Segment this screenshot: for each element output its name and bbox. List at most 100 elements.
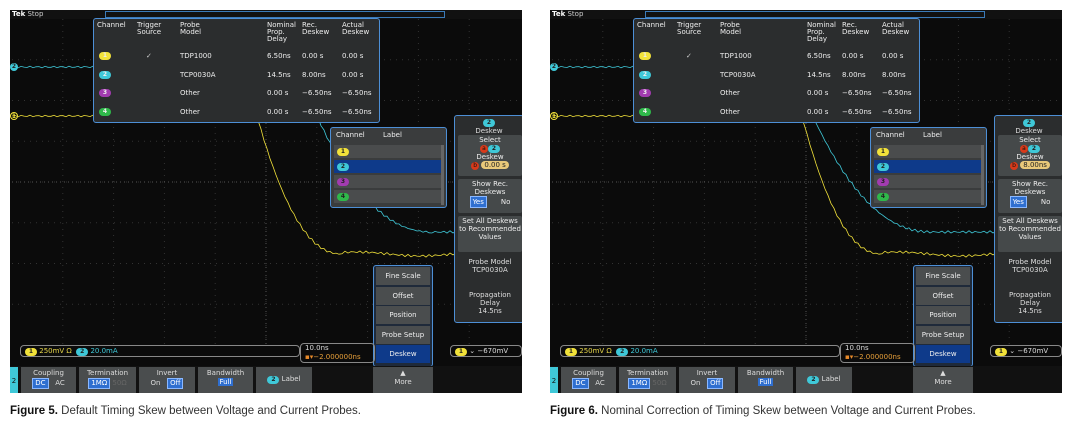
invert-button[interactable]: InvertOn Off [679,367,735,393]
caption-text: Default Timing Skew between Voltage and … [61,405,361,417]
termination-button[interactable]: Termination1MΩ 50Ω [619,367,676,393]
label-button[interactable]: 2 Label [256,367,312,393]
bottom-button-bar: 2 CouplingDC AC Termination1MΩ 50Ω Inver… [10,366,522,393]
ac-option[interactable]: AC [595,379,605,387]
horizontal-readout[interactable]: 10.0ns▪▾−2.000000ns [300,343,375,363]
bandwidth-value: Full [218,378,234,386]
ch2-ground-marker[interactable]: 2 [550,63,558,71]
off-option[interactable]: Off [167,378,183,389]
bandwidth-button[interactable]: BandwidthFull [198,367,253,393]
trigger-readout[interactable]: 1 ⌄ −670mV [450,345,522,357]
table-row: 4 Other 0.00 s −6.50ns −6.50ns [94,108,379,117]
deskew-value[interactable]: 0.00 s [481,161,508,169]
table-header: Probe Model [720,22,760,36]
vertical-readout[interactable]: 1 250mV Ω 2 20.0mA [20,345,300,357]
channel-list-item[interactable]: 4 [334,190,441,203]
vertical-readout[interactable]: 1 250mV Ω 2 20.0mA [560,345,840,357]
scrollbar[interactable] [981,145,984,205]
coupling-button[interactable]: CouplingDC AC [21,367,76,393]
menu-item-position[interactable]: Position [376,306,430,324]
menu-item-deskew[interactable]: Deskew [916,345,970,363]
select-deskew-knob-button[interactable]: Selecta2Deskewb 0.00 s [458,135,522,176]
channel-popup-menu: Fine Scale OffsetPosition Probe SetupDeske… [913,265,973,367]
coupling-label: Coupling [33,369,64,377]
trigger-readout[interactable]: 1 ⌄ −670mV [990,345,1062,357]
menu-item-probe-setup[interactable]: Probe Setup [376,326,430,344]
dc-option[interactable]: DC [572,378,588,389]
table-header: Actual Deskew [342,22,382,36]
menu-item-deskew[interactable]: Deskew [376,345,430,363]
timebase: 10.0ns [845,344,869,352]
knob-b-icon: b [1010,162,1018,170]
trigger-source-badge: 1 [455,348,467,356]
channel-list-item[interactable]: 4 [874,190,981,203]
brand-logo: Tek [552,10,565,18]
channel-list-item[interactable]: 3 [874,175,981,188]
bandwidth-button[interactable]: BandwidthFull [738,367,793,393]
channel-2-tab[interactable]: 2 [550,367,558,393]
probe-model-value: TCP0030A [472,266,508,274]
menu-item-fine-scale[interactable]: Fine Scale [376,267,430,285]
ch1-ground-marker[interactable]: 1 [550,112,558,120]
select-label: Select [479,136,501,144]
channel-list-item[interactable]: 1 [874,145,981,158]
table-row: 4 Other 0.00 s −6.50ns −6.50ns [634,108,919,117]
1mohm-option[interactable]: 1MΩ [628,378,650,389]
more-button[interactable]: ▲More [373,367,433,393]
table-row: 1 ✓ TDP1000 6.50ns 0.00 s 0.00 s [634,52,919,61]
on-option[interactable]: On [151,379,161,387]
invert-label: Invert [157,369,178,377]
dc-option[interactable]: DC [32,378,48,389]
off-option[interactable]: Off [707,378,723,389]
table-header: Channel [637,22,677,29]
set-all-deskews-button[interactable]: Set All Deskews to Recommended Values [998,216,1062,252]
timebase: 10.0ns [305,344,329,352]
menu-item-fine-scale[interactable]: Fine Scale [916,267,970,285]
label-button[interactable]: 2 Label [796,367,852,393]
more-button[interactable]: ▲More [913,367,973,393]
deskew-label: Deskew [1016,153,1043,161]
1mohm-option[interactable]: 1MΩ [88,378,110,389]
show-rec-deskews-toggle[interactable]: Show Rec. DeskewsYesNo [998,179,1062,213]
channel-badge: 1 [99,52,111,60]
yes-option[interactable]: Yes [470,196,487,208]
channel-badge: 3 [337,178,349,186]
yes-option[interactable]: Yes [1010,196,1027,208]
trigger-source-badge: 1 [995,348,1007,356]
show-rec-deskews-toggle[interactable]: Show Rec. DeskewsYesNo [458,179,522,213]
invert-button[interactable]: Invert On Off [139,367,195,393]
menu-item-offset[interactable]: Offset [916,287,970,305]
actual-deskew: 8.00ns [882,71,906,80]
menu-item-offset[interactable]: Offset [376,287,430,305]
ch2-ground-marker[interactable]: 2 [10,63,18,71]
figure-6: Tek Stop 2 1 ChannelTrigger SourceProbe … [550,10,1062,430]
select-deskew-knob-button[interactable]: Selecta2Deskewb 8.00ns [998,135,1062,176]
channel-list-item[interactable]: 2 [874,160,981,173]
ch1-ground-marker[interactable]: 1 [10,112,18,120]
set-all-deskews-button[interactable]: Set All Deskews to Recommended Values [458,216,522,252]
50ohm-option[interactable]: 50Ω [112,379,126,387]
coupling-button[interactable]: CouplingDC AC [561,367,616,393]
actual-deskew: 0.00 s [342,71,363,80]
deskew-value[interactable]: 8.00ns [1020,161,1050,169]
no-option[interactable]: No [501,198,511,206]
ac-option[interactable]: AC [55,379,65,387]
menu-item-probe-setup[interactable]: Probe Setup [916,326,970,344]
50ohm-option[interactable]: 50Ω [652,379,666,387]
channel-2-tab[interactable]: 2 [10,367,18,393]
probe-model: TCP0030A [180,71,216,80]
on-option[interactable]: On [691,379,701,387]
table-row: 3 Other 0.00 s −6.50ns −6.50ns [94,89,379,98]
acquisition-state: Stop [27,10,43,18]
channel-list-item[interactable]: 1 [334,145,441,158]
table-header: Actual Deskew [882,22,922,36]
termination-button[interactable]: Termination1MΩ 50Ω [79,367,136,393]
channel-list-item[interactable]: 2 [334,160,441,173]
channel-list-item[interactable]: 3 [334,175,441,188]
scrollbar[interactable] [441,145,444,205]
horizontal-readout[interactable]: 10.0ns▪▾−2.000000ns [840,343,915,363]
bottom-button-bar: 2 CouplingDC AC Termination1MΩ 50Ω Inver… [550,366,1062,393]
no-option[interactable]: No [1041,198,1051,206]
menu-item-position[interactable]: Position [916,306,970,324]
termination-label: Termination [87,369,128,377]
